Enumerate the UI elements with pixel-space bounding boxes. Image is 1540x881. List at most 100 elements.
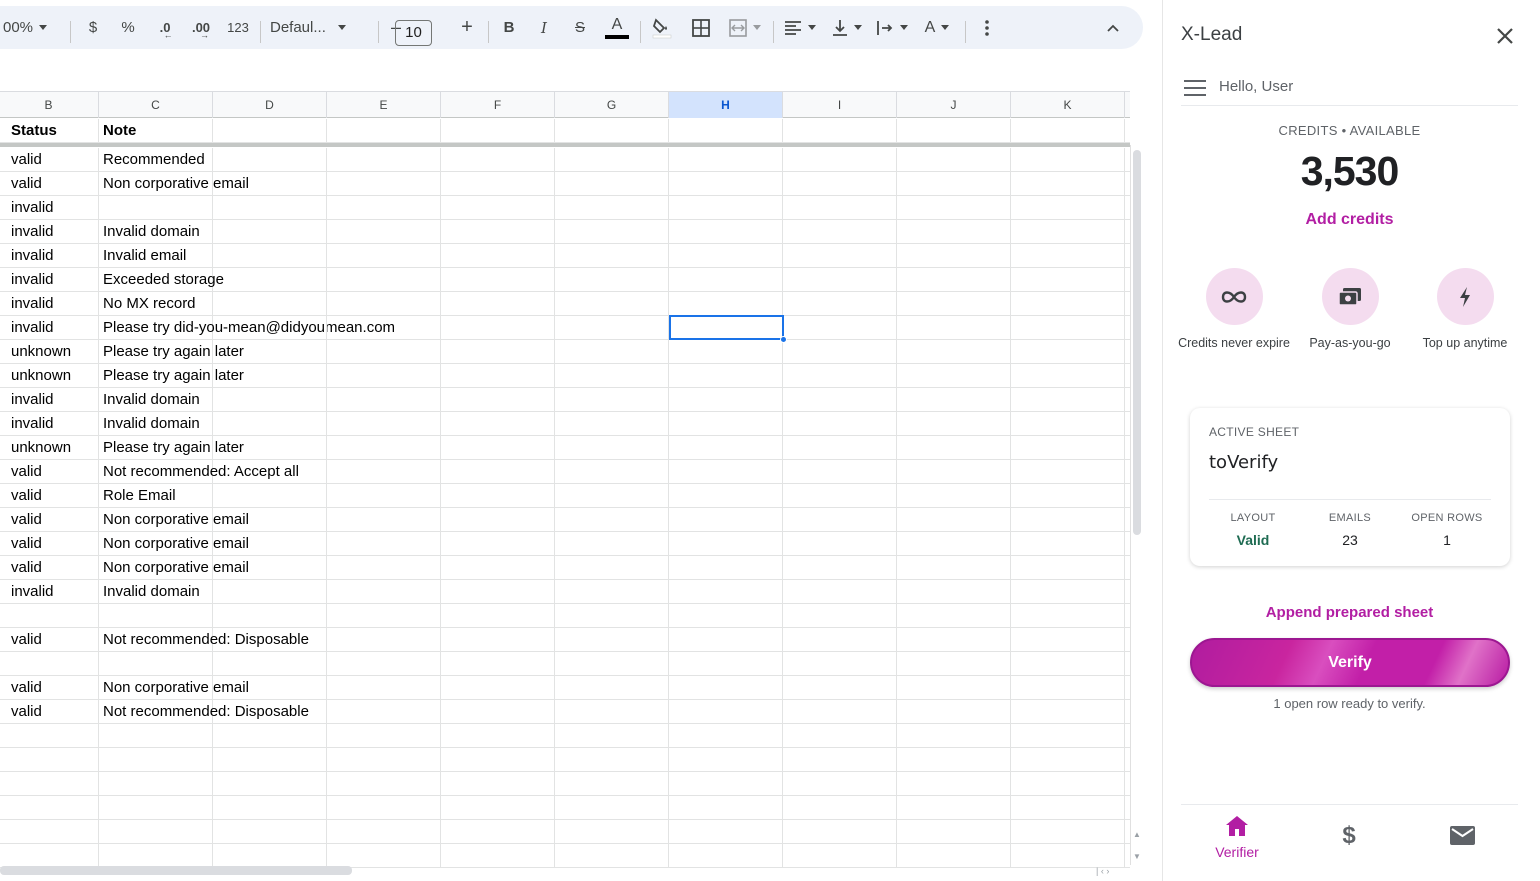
grid-cell[interactable] (897, 820, 1011, 844)
grid-cell[interactable] (441, 580, 555, 604)
grid-cell[interactable] (555, 412, 669, 436)
grid-cell[interactable] (897, 268, 1011, 292)
grid-cell[interactable] (327, 676, 441, 700)
grid-cell[interactable] (213, 340, 327, 364)
grid-cell[interactable] (441, 148, 555, 172)
grid-cell[interactable] (327, 724, 441, 748)
horizontal-align-button[interactable] (780, 6, 820, 49)
grid-cell[interactable] (213, 196, 327, 220)
currency-format-button[interactable]: $ (80, 6, 106, 49)
grid-cell[interactable] (783, 772, 897, 796)
note-cell[interactable]: Non corporative email (99, 532, 249, 556)
grid-cell[interactable] (1011, 220, 1125, 244)
grid-cell[interactable] (897, 220, 1011, 244)
grid-cell[interactable] (327, 340, 441, 364)
menu-button[interactable] (1183, 79, 1207, 97)
decrease-decimal-button[interactable]: .0 ← (150, 6, 180, 49)
grid-cell[interactable] (897, 484, 1011, 508)
selected-cell-h8[interactable] (669, 315, 784, 340)
grid-cell[interactable] (783, 292, 897, 316)
status-cell[interactable]: invalid (0, 292, 99, 316)
grid-cell[interactable] (669, 148, 783, 172)
nav-billing[interactable]: $ (1299, 822, 1399, 850)
note-cell[interactable]: Non corporative email (99, 172, 249, 196)
grid-cell[interactable] (1011, 119, 1125, 143)
grid-cell[interactable] (213, 172, 327, 196)
grid-cell[interactable] (783, 268, 897, 292)
grid-cell[interactable] (897, 700, 1011, 724)
status-cell[interactable]: unknown (0, 364, 99, 388)
horizontal-scrollbar-thumb[interactable] (0, 866, 352, 875)
grid-cell[interactable] (213, 628, 327, 652)
add-credits-link[interactable]: Add credits (1163, 211, 1536, 229)
grid-cell[interactable] (555, 796, 669, 820)
note-cell[interactable]: Please try did-you-mean@didyoumean.com (99, 316, 395, 340)
grid-cell[interactable] (1011, 412, 1125, 436)
grid-cell[interactable] (897, 796, 1011, 820)
grid-cell[interactable] (213, 436, 327, 460)
grid-cell[interactable] (897, 652, 1011, 676)
grid-cell[interactable] (897, 364, 1011, 388)
grid-cell[interactable] (213, 316, 327, 340)
grid-cell[interactable] (1011, 484, 1125, 508)
grid-cell[interactable] (327, 604, 441, 628)
status-cell[interactable]: unknown (0, 436, 99, 460)
collapse-toolbar-button[interactable] (1100, 6, 1126, 49)
grid-cell[interactable] (1011, 388, 1125, 412)
grid-cell[interactable] (555, 436, 669, 460)
grid-cell[interactable] (783, 604, 897, 628)
grid-cell[interactable] (1011, 196, 1125, 220)
grid-cell[interactable] (897, 148, 1011, 172)
grid-cell[interactable] (441, 340, 555, 364)
status-cell[interactable]: valid (0, 508, 99, 532)
grid-cell[interactable] (897, 316, 1011, 340)
grid-cell[interactable] (555, 196, 669, 220)
grid-cell[interactable] (213, 460, 327, 484)
grid-cell[interactable] (897, 628, 1011, 652)
append-prepared-sheet-link[interactable]: Append prepared sheet (1163, 604, 1536, 621)
grid-cell[interactable] (213, 820, 327, 844)
grid-cell[interactable] (327, 820, 441, 844)
grid-cell[interactable] (441, 436, 555, 460)
note-cell[interactable]: Non corporative email (99, 508, 249, 532)
grid-cell[interactable] (441, 604, 555, 628)
grid-cell[interactable] (783, 316, 897, 340)
note-cell[interactable]: Invalid domain (99, 412, 213, 436)
nav-contact[interactable] (1412, 826, 1512, 850)
grid-cell[interactable] (441, 172, 555, 196)
grid-cell[interactable] (783, 388, 897, 412)
grid-cell[interactable] (897, 604, 1011, 628)
note-cell[interactable]: Please try again later (99, 340, 244, 364)
grid-cell[interactable] (783, 412, 897, 436)
grid-cell[interactable] (213, 244, 327, 268)
status-cell[interactable] (0, 844, 99, 868)
grid-cell[interactable] (897, 412, 1011, 436)
grid-cell[interactable] (327, 508, 441, 532)
grid-cell[interactable] (441, 844, 555, 868)
grid-cell[interactable] (669, 388, 783, 412)
grid-cell[interactable] (327, 532, 441, 556)
grid-cell[interactable] (669, 268, 783, 292)
grid-cell[interactable] (783, 244, 897, 268)
grid-cell[interactable] (327, 119, 441, 143)
status-cell[interactable]: valid (0, 484, 99, 508)
grid-cell[interactable] (783, 508, 897, 532)
grid-cell[interactable] (783, 119, 897, 143)
grid-cell[interactable] (555, 244, 669, 268)
grid-cell[interactable] (669, 436, 783, 460)
grid-cell[interactable] (1011, 700, 1125, 724)
note-cell[interactable] (99, 772, 213, 796)
column-header-i[interactable]: I (783, 92, 897, 118)
column-header-k[interactable]: K (1011, 92, 1125, 118)
grid-cell[interactable] (441, 724, 555, 748)
grid-cell[interactable] (1011, 292, 1125, 316)
grid-cell[interactable] (1011, 244, 1125, 268)
grid-cell[interactable] (1011, 724, 1125, 748)
grid-cell[interactable] (327, 220, 441, 244)
grid-cell[interactable] (555, 292, 669, 316)
grid-cell[interactable] (441, 292, 555, 316)
grid-cell[interactable] (897, 724, 1011, 748)
grid-cell[interactable] (783, 148, 897, 172)
grid-cell[interactable] (1011, 604, 1125, 628)
grid-cell[interactable] (213, 604, 327, 628)
